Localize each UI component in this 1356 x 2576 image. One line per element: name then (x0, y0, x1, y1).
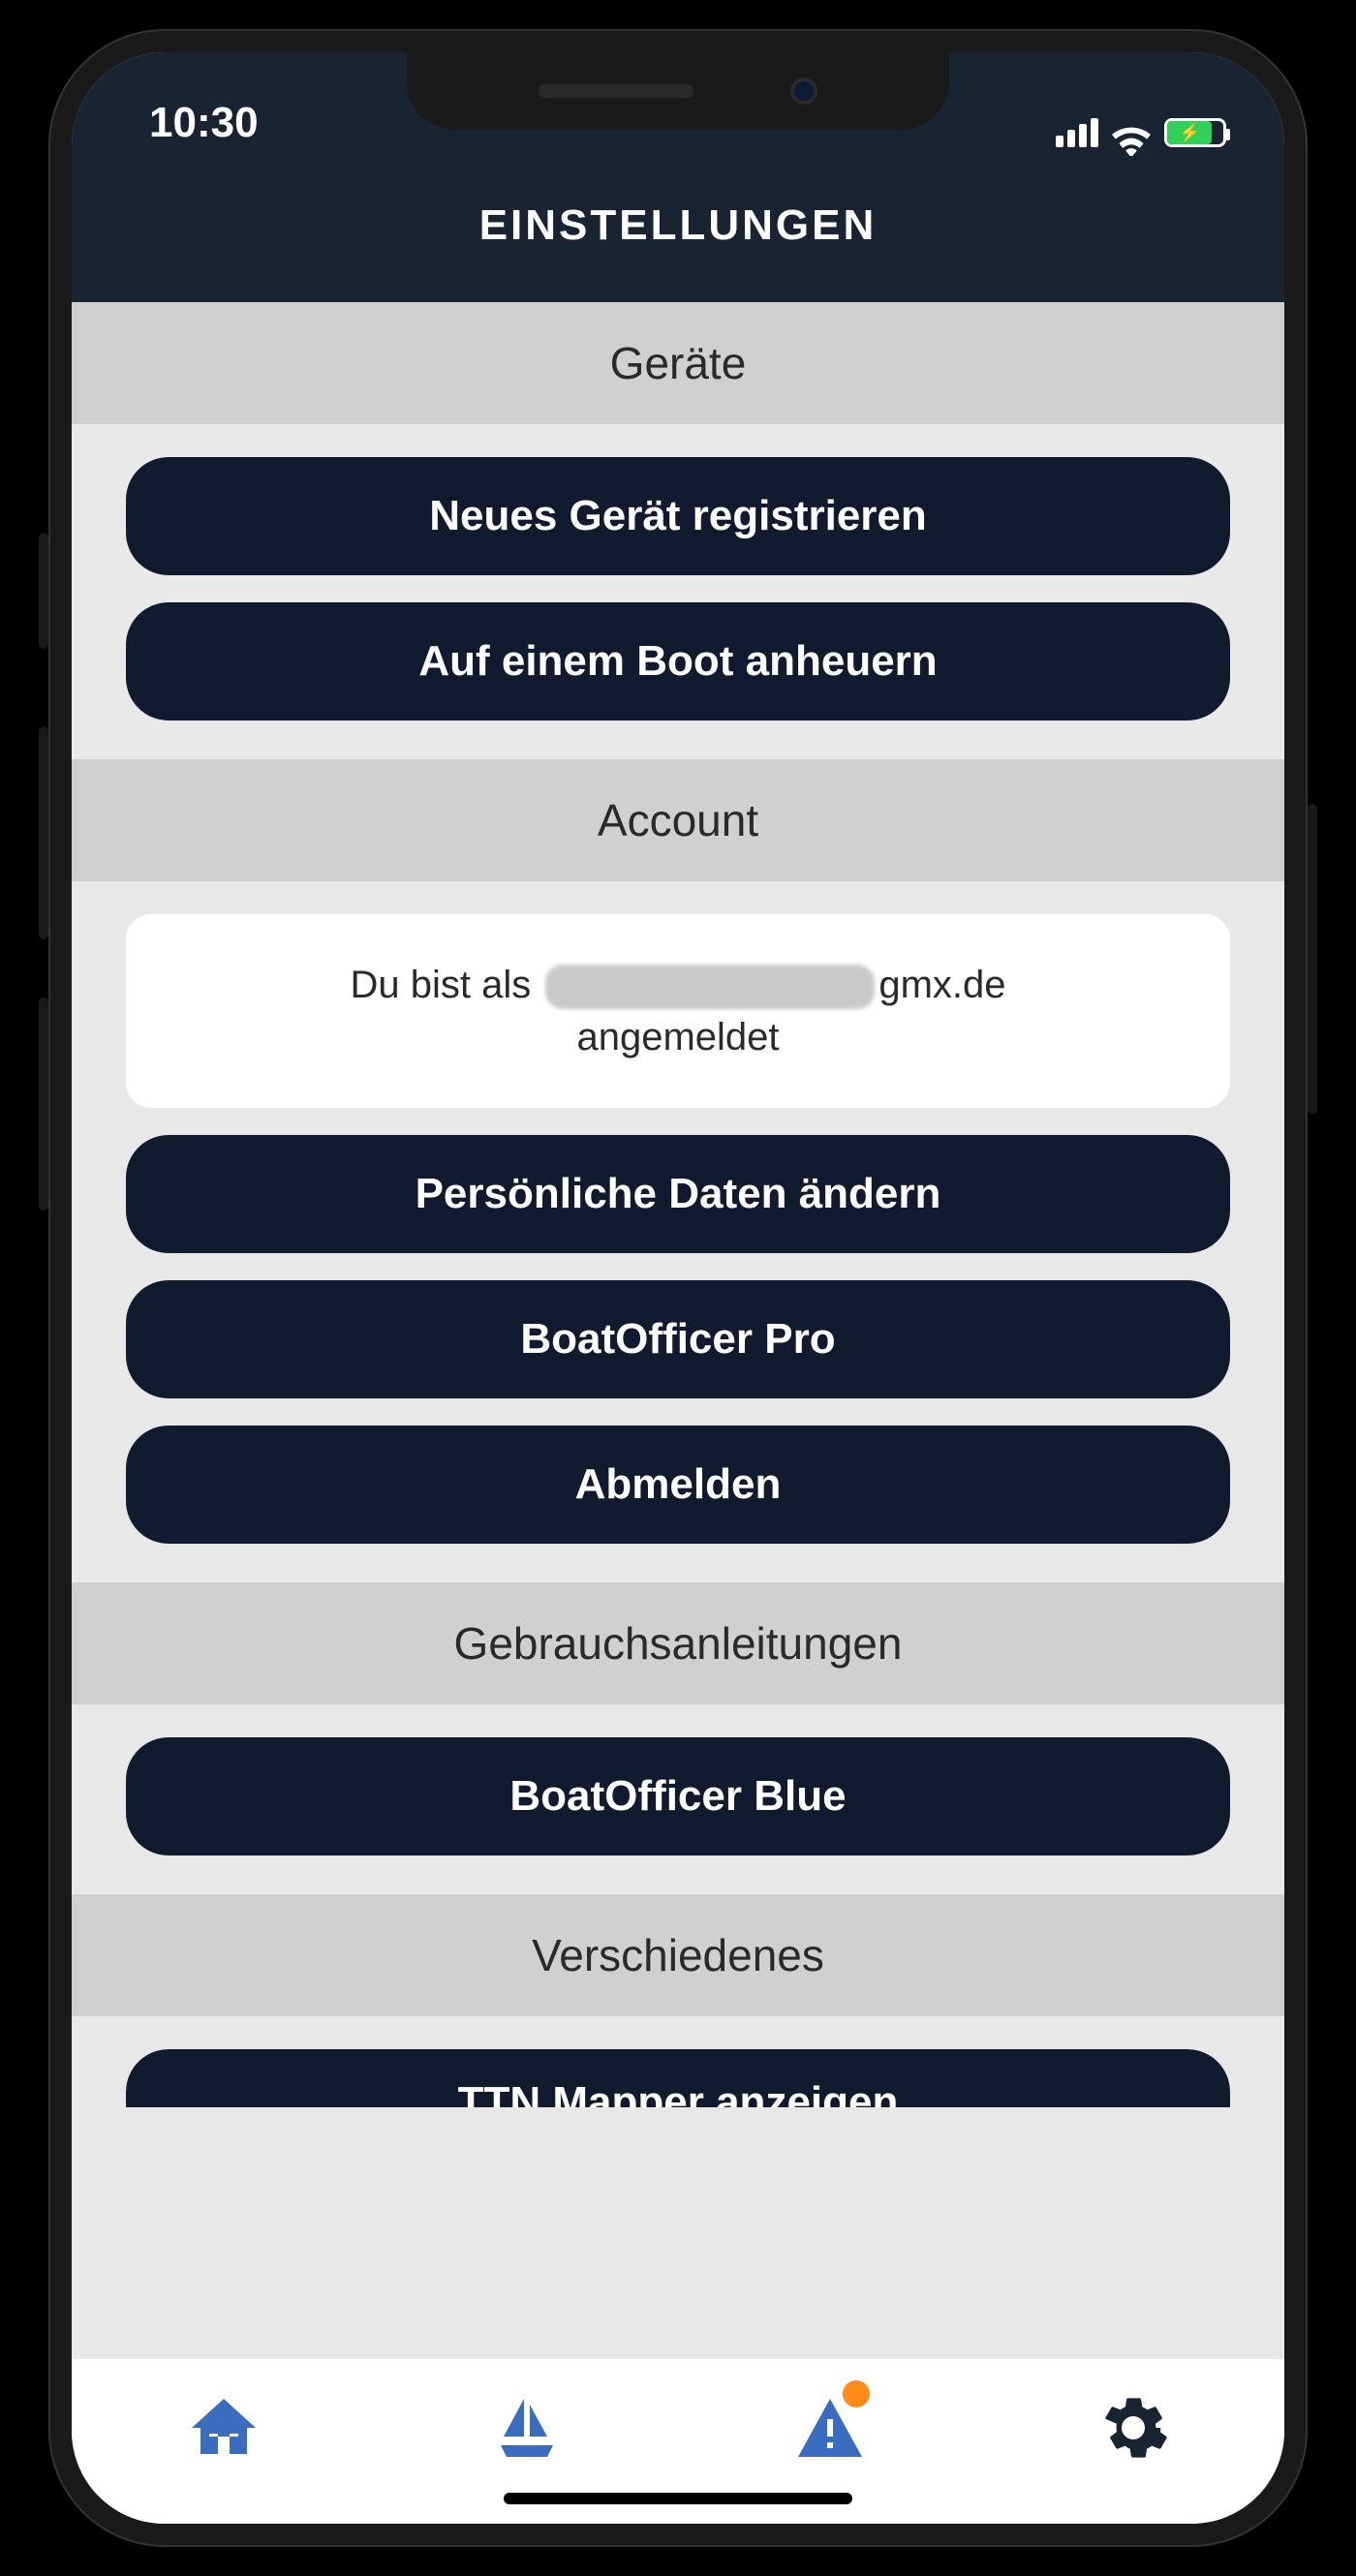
status-time: 10:30 (149, 99, 259, 147)
home-icon (189, 2393, 259, 2463)
settings-content[interactable]: Geräte Neues Gerät registrieren Auf eine… (72, 302, 1284, 2359)
battery-charging-icon: ⚡ (1164, 118, 1226, 147)
stage: 10:30 ⚡ EINSTELLUNGEN (0, 0, 1356, 2576)
section-title-devices: Geräte (72, 302, 1284, 424)
logout-button[interactable]: Abmelden (126, 1426, 1230, 1544)
edit-personal-data-button[interactable]: Persönliche Daten ändern (126, 1135, 1230, 1253)
nav-alerts[interactable] (786, 2384, 874, 2471)
volume-up-button (39, 726, 48, 939)
screen: 10:30 ⚡ EINSTELLUNGEN (72, 52, 1284, 2524)
section-title-misc: Verschiedenes (72, 1894, 1284, 2016)
notch (407, 52, 949, 130)
section-title-manuals: Gebrauchsanleitungen (72, 1582, 1284, 1704)
volume-down-button (39, 997, 48, 1211)
redacted-email (545, 965, 875, 1009)
ttn-mapper-button-partial[interactable]: TTN Mapper anzeigen (126, 2049, 1230, 2107)
status-indicators: ⚡ (1056, 118, 1226, 147)
section-body-devices: Neues Gerät registrieren Auf einem Boot … (72, 424, 1284, 759)
loggedin-prefix: Du bist als (350, 964, 531, 1006)
front-camera (790, 77, 817, 105)
ttn-mapper-button[interactable]: TTN Mapper anzeigen (126, 2049, 1230, 2107)
wifi-icon (1112, 118, 1151, 147)
manual-boatofficer-blue-button[interactable]: BoatOfficer Blue (126, 1737, 1230, 1855)
gear-icon (1098, 2393, 1168, 2463)
mute-switch (39, 533, 48, 649)
alert-badge-icon (843, 2380, 870, 2407)
account-info-card: Du bist als gmx.de angemeldet (126, 914, 1230, 1108)
register-device-button[interactable]: Neues Gerät registrieren (126, 457, 1230, 575)
loggedin-email-suffix: gmx.de (878, 964, 1005, 1006)
home-indicator[interactable] (504, 2493, 852, 2504)
loggedin-suffix: angemeldet (576, 1016, 779, 1058)
nav-settings[interactable] (1090, 2384, 1177, 2471)
sailboat-icon (492, 2393, 562, 2463)
power-button (1308, 804, 1317, 1114)
phone-frame: 10:30 ⚡ EINSTELLUNGEN (48, 29, 1308, 2547)
section-body-misc: TTN Mapper anzeigen (72, 2016, 1284, 2107)
sign-on-boat-button[interactable]: Auf einem Boot anheuern (126, 602, 1230, 721)
nav-boat[interactable] (483, 2384, 570, 2471)
speaker-grille (539, 84, 693, 98)
section-body-account: Du bist als gmx.de angemeldet Persönlich… (72, 881, 1284, 1582)
cellular-signal-icon (1056, 118, 1098, 147)
nav-home[interactable] (180, 2384, 267, 2471)
page-title: EINSTELLUNGEN (72, 159, 1284, 302)
boatofficer-pro-button[interactable]: BoatOfficer Pro (126, 1280, 1230, 1398)
section-body-manuals: BoatOfficer Blue (72, 1704, 1284, 1894)
section-title-account: Account (72, 759, 1284, 881)
